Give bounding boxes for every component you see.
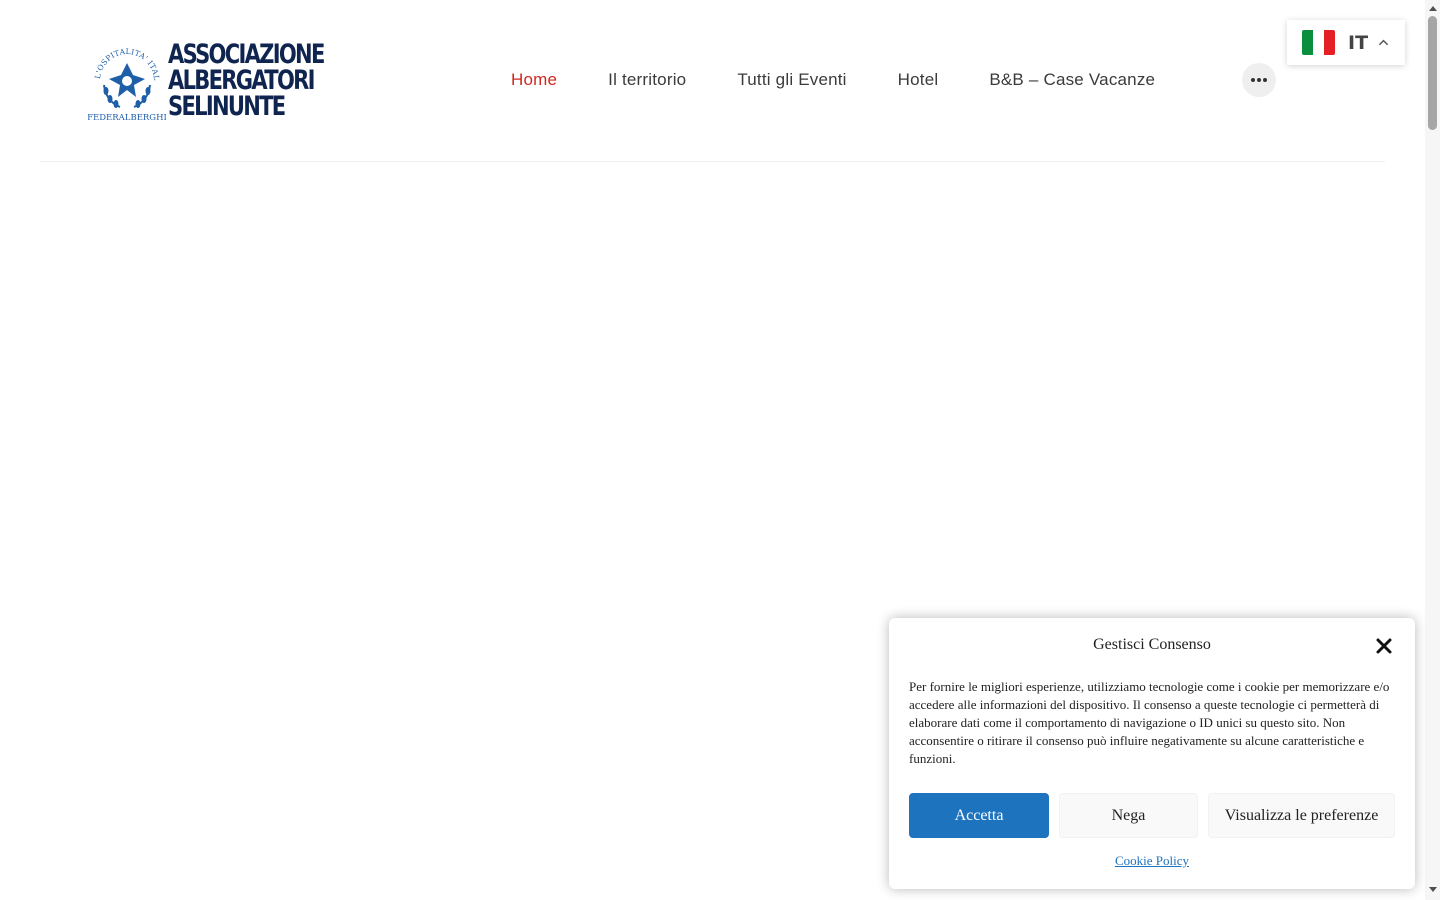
brand-name: ASSOCIAZIONE ALBERGATORI SELINUNTE xyxy=(168,41,368,122)
brand-name-line-3: SELINUNTE xyxy=(168,91,286,122)
nav-item-il-territorio[interactable]: Il territorio xyxy=(608,70,686,90)
scroll-down-icon[interactable] xyxy=(1429,887,1437,892)
language-code: IT xyxy=(1348,31,1369,54)
federalberghi-emblem-icon: L'OSPITALITA' ITALIANA FEDERALBERGHI xyxy=(84,32,167,123)
cookie-consent-dialog: Gestisci Consenso Per fornire le miglior… xyxy=(889,618,1415,889)
ellipsis-icon xyxy=(1250,78,1268,82)
deny-button[interactable]: Nega xyxy=(1059,793,1198,838)
consent-title: Gestisci Consenso xyxy=(1093,636,1211,653)
site-header: L'OSPITALITA' ITALIANA FEDERALBERGHI ASS… xyxy=(40,0,1385,162)
page-scrollbar[interactable] xyxy=(1425,0,1440,900)
nav-item-tutti-gli-eventi[interactable]: Tutti gli Eventi xyxy=(737,70,846,90)
italy-flag-icon xyxy=(1302,30,1335,55)
scroll-up-icon[interactable] xyxy=(1429,6,1437,11)
scrollbar-thumb[interactable] xyxy=(1428,16,1437,130)
accept-button[interactable]: Accetta xyxy=(909,793,1049,838)
consent-message: Per fornire le migliori esperienze, util… xyxy=(909,679,1390,766)
cookie-policy-link[interactable]: Cookie Policy xyxy=(889,853,1415,869)
main-nav: Home Il territorio Tutti gli Eventi Hote… xyxy=(511,63,1206,97)
site-logo[interactable]: L'OSPITALITA' ITALIANA FEDERALBERGHI ASS… xyxy=(84,32,325,124)
nav-item-home[interactable]: Home xyxy=(511,70,557,90)
language-switcher[interactable]: IT xyxy=(1287,20,1405,65)
nav-item-bb-case-vacanze[interactable]: B&B – Case Vacanze xyxy=(989,70,1155,90)
emblem-bottom-text: FEDERALBERGHI xyxy=(88,113,166,123)
nav-item-hotel[interactable]: Hotel xyxy=(898,70,939,90)
nav-more-button[interactable] xyxy=(1242,63,1276,97)
close-icon[interactable] xyxy=(1375,637,1393,655)
chevron-up-icon xyxy=(1378,39,1389,46)
view-preferences-button[interactable]: Visualizza le preferenze xyxy=(1208,793,1395,838)
